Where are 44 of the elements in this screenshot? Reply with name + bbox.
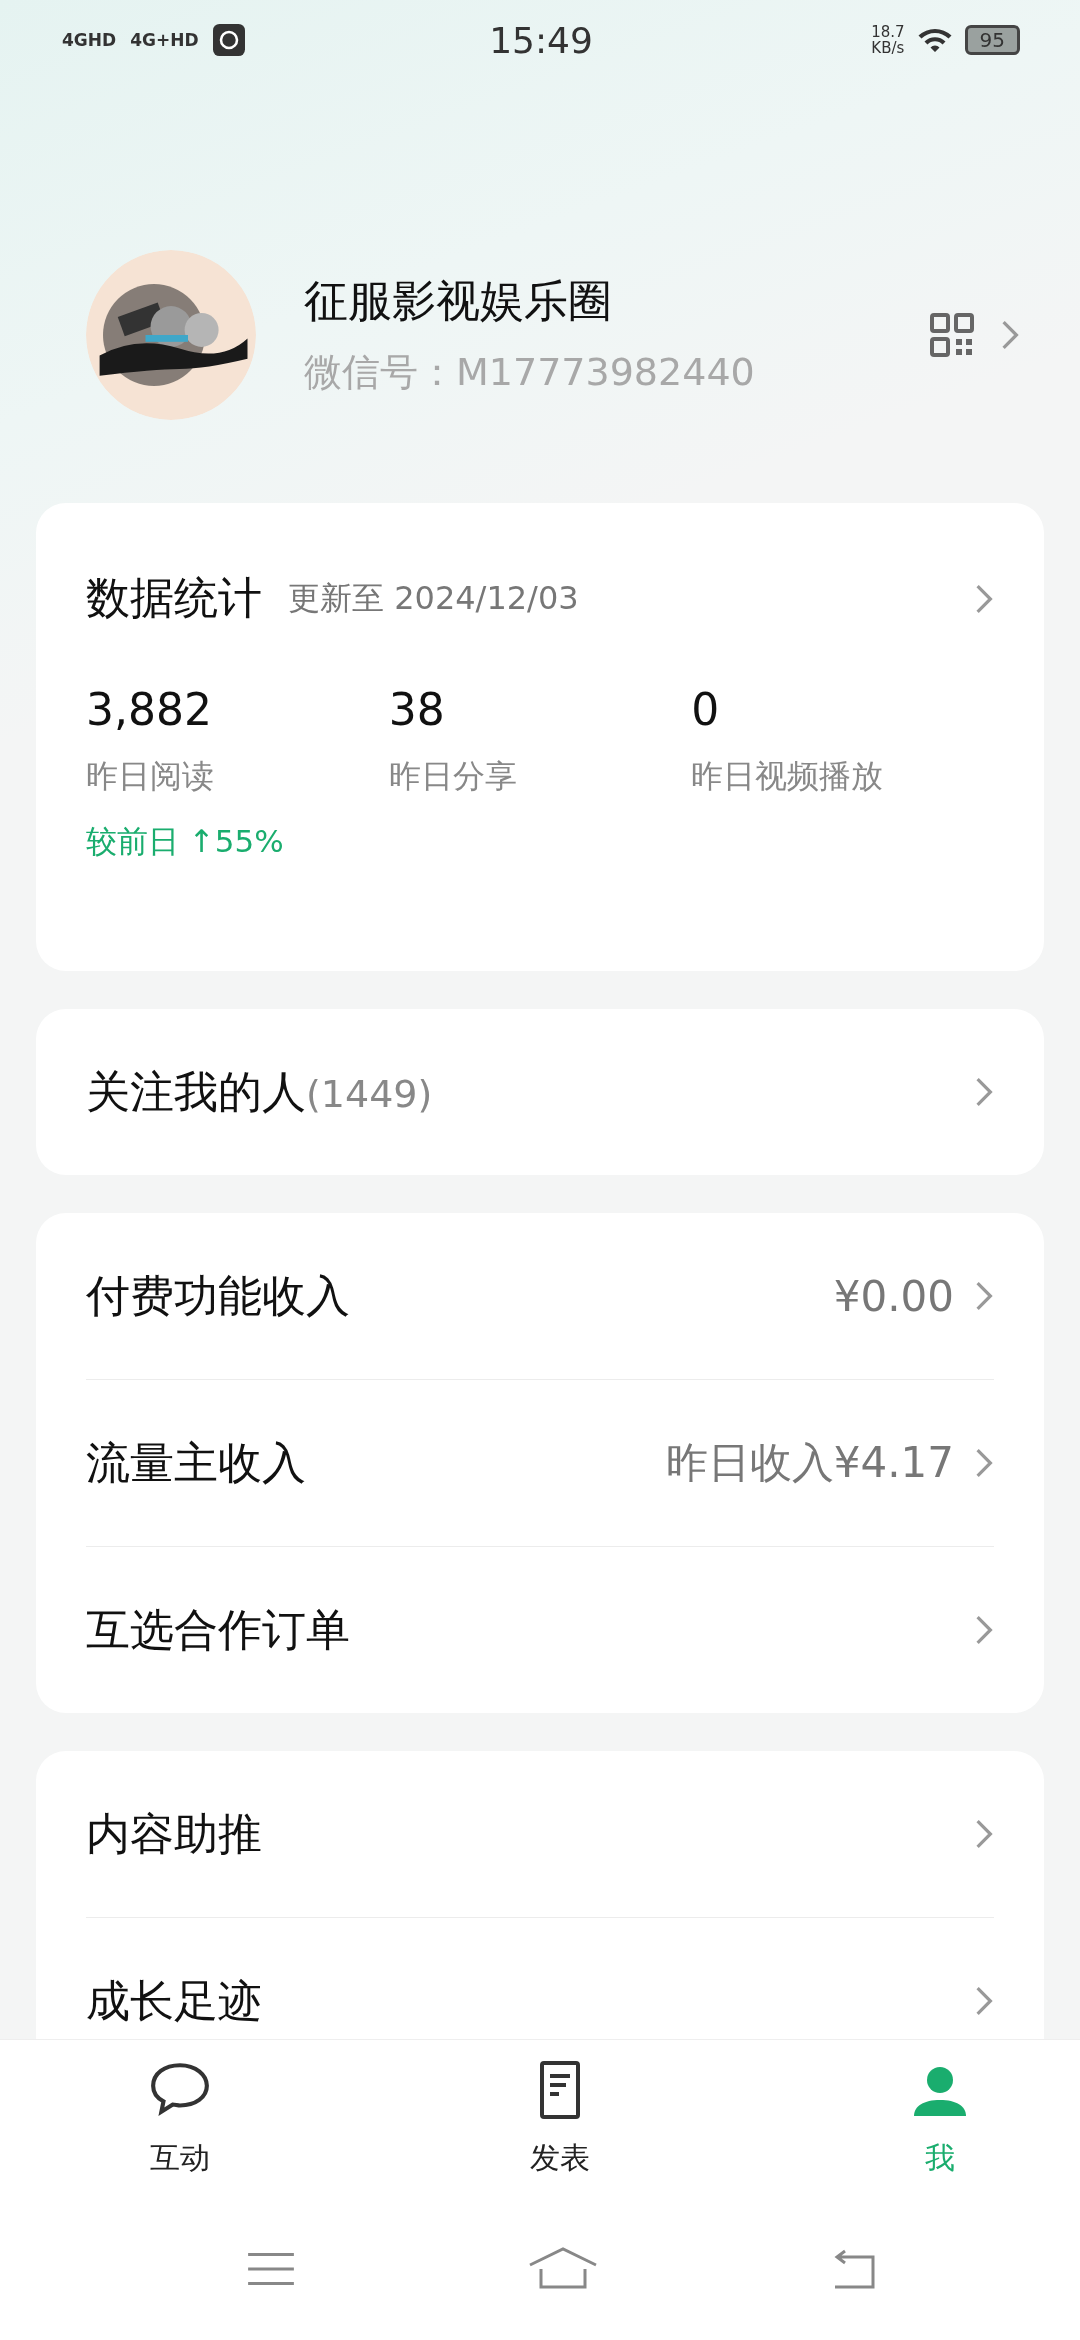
menu-row[interactable]: 付费功能收入 ¥0.00 (86, 1213, 994, 1380)
row-value: 昨日收入¥4.17 (665, 1437, 954, 1489)
row-label: 关注我的人(1449) (86, 1064, 434, 1119)
update-date: 更新至 2024/12/03 (288, 577, 580, 619)
tab[interactable]: 互动 (100, 2040, 260, 2198)
chevron-icon (974, 1447, 994, 1479)
menu-row[interactable]: 互选合作订单 (86, 1547, 994, 1713)
row-label: 成长足迹 (86, 1973, 263, 2028)
chevron-icon (974, 1818, 994, 1850)
account-name: 征服影视娱乐圈 (304, 274, 613, 328)
network-indicator: 4GHD (62, 30, 117, 50)
metric-value: 3,882 (86, 684, 213, 735)
card-title: 数据统计 (86, 571, 262, 625)
menu-row[interactable]: 内容助推 (86, 1751, 994, 1918)
wechat-id: 微信号：M17773982440 (304, 349, 756, 396)
metric-label: 昨日视频播放 (691, 756, 885, 797)
row-label: 互选合作订单 (86, 1602, 351, 1657)
qr-code-icon[interactable] (928, 311, 976, 359)
metric-value: 38 (388, 684, 446, 735)
row-label: 内容助推 (86, 1806, 263, 1861)
menu-row[interactable]: 流量主收入 昨日收入¥4.17 (86, 1380, 994, 1547)
tab[interactable]: 发表 (480, 2040, 640, 2198)
network-indicator: 4G+HD (130, 30, 199, 50)
clock: 15:49 (489, 19, 593, 61)
speed-value: 18.7 (871, 24, 905, 40)
chevron-icon (974, 1614, 994, 1646)
row-label: 付费功能收入 (86, 1268, 351, 1323)
metric-value: 0 (691, 684, 721, 735)
followers-row[interactable]: 关注我的人(1449) (36, 1009, 1044, 1175)
app-icon (212, 24, 245, 56)
metric-change: 较前日 ↑55% (86, 822, 285, 861)
speed-unit: KB/s (871, 40, 905, 56)
metric-label: 昨日分享 (388, 756, 518, 797)
chevron-icon (974, 1280, 994, 1312)
battery-level: 95 (964, 25, 1020, 55)
chevron-icon (974, 1076, 994, 1108)
row-value: ¥0.00 (833, 1271, 954, 1321)
row-label: 流量主收入 (86, 1435, 307, 1490)
chevron-icon (974, 582, 994, 615)
metric-label: 昨日阅读 (86, 756, 215, 797)
stats-card[interactable]: 数据统计 更新至 2024/12/03 3,882 昨日阅读 较前日 ↑55% 38 昨日分享 0 昨日视频播放 (36, 503, 1044, 971)
menu-row[interactable]: 成长足迹 (86, 1918, 994, 2039)
chevron-icon[interactable] (1000, 319, 1020, 351)
chevron-icon (974, 1985, 994, 2017)
